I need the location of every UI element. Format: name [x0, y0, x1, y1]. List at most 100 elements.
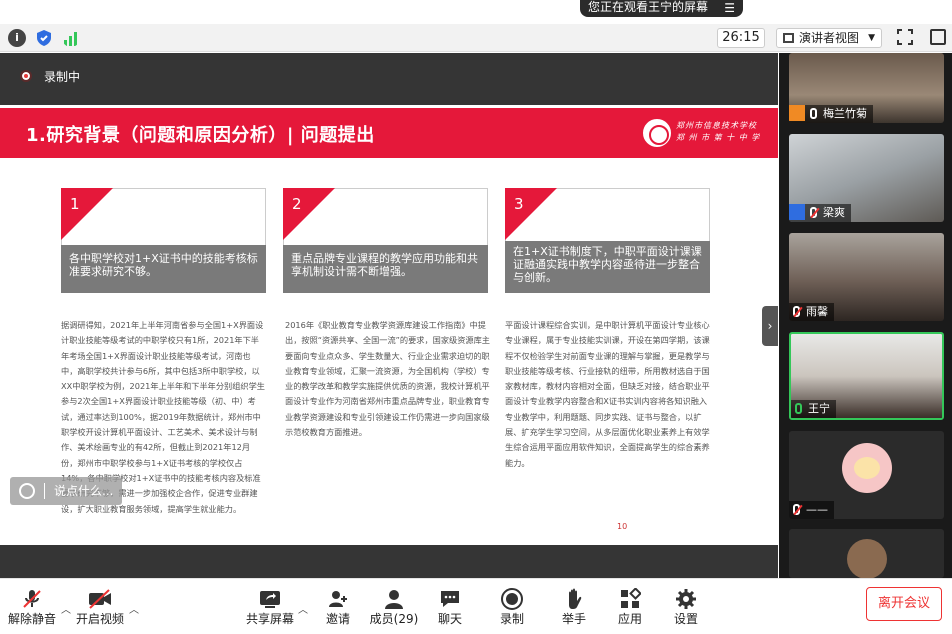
point-card-1: 1 各中职学校对1+X证书中的技能考核标准要求研究不够。 [61, 188, 266, 293]
school-name-line-1: 郑州市信息技术学校 [676, 121, 757, 130]
participant-label: 梁爽 [789, 204, 851, 222]
add-user-icon [329, 591, 347, 607]
avatar [842, 443, 892, 493]
shared-screen: 录制中 1.研究背景（问题和原因分析）| 问题提出 郑州市信息技术学校 郑 州 … [0, 53, 778, 578]
participant-tile-active[interactable]: 王宁 [789, 332, 944, 420]
body-paragraph-3: 平面设计课程综合实训，是中职计算机平面设计专业核心专业课程，属于专业技能实训课，… [505, 320, 710, 468]
raise-hand-label: 举手 [561, 612, 586, 626]
card-text: 重点品牌专业课程的教学应用功能和共享机制设计需不断增强。 [283, 245, 488, 293]
share-screen-button[interactable]: 共享屏幕 [244, 579, 296, 634]
microphone-icon [810, 108, 817, 119]
microphone-muted-icon [810, 207, 817, 218]
camera-off-icon [89, 589, 111, 609]
school-name-line-2: 郑 州 市 第 十 中 学 [676, 133, 761, 142]
card-text: 各中职学校对1+X证书中的技能考核标准要求研究不够。 [61, 245, 266, 293]
record-label: 录制 [499, 612, 524, 626]
body-paragraph-2: 2016年《职业教育专业教学资源库建设工作指南》中提出，按照“资源共享、全国一流… [285, 320, 490, 438]
divider [44, 483, 45, 499]
mute-button[interactable]: 解除静音 [6, 579, 58, 634]
user-icon [385, 590, 403, 609]
screen-share-text: 您正在观看王宁的屏幕 [588, 0, 709, 14]
microphone-icon [795, 403, 802, 414]
cohost-badge-icon [789, 204, 805, 220]
card-number: 1 [70, 195, 80, 213]
screen-share-notice[interactable]: 您正在观看王宁的屏幕 ☰ [580, 0, 743, 17]
share-screen-label: 共享屏幕 [245, 612, 294, 626]
chat-label: 聊天 [437, 612, 462, 626]
invite-button[interactable]: 邀请 [320, 579, 356, 634]
view-mode-dropdown[interactable]: 演讲者视图 ▼ [776, 28, 882, 48]
leave-meeting-button[interactable]: 离开会议 [866, 587, 942, 621]
emoji-icon[interactable] [19, 483, 35, 499]
school-logo-icon [641, 117, 673, 149]
mute-label: 解除静音 [7, 612, 56, 626]
view-mode-label: 演讲者视图 [799, 31, 860, 45]
collapse-panel-handle[interactable]: › [762, 306, 778, 346]
recording-bar: 录制中 [0, 53, 778, 105]
record-icon [501, 588, 523, 610]
video-label: 开启视频 [75, 612, 124, 626]
video-button[interactable]: 开启视频 [74, 579, 126, 634]
point-card-2: 2 重点品牌专业课程的教学应用功能和共享机制设计需不断增强。 [283, 188, 488, 293]
meeting-timer: 26:15 [717, 28, 765, 48]
chat-quick-placeholder: 说点什么... [54, 484, 114, 498]
chat-button[interactable]: 聊天 [434, 579, 466, 634]
participant-tile[interactable]: —— [789, 431, 944, 519]
share-screen-icon [260, 591, 280, 608]
chevron-down-icon: ▼ [868, 33, 875, 43]
members-label: 成员(29) [369, 612, 419, 626]
recording-label: 录制中 [44, 70, 81, 84]
raise-hand-icon [569, 588, 582, 609]
slide-title: 1.研究背景（问题和原因分析）| 问题提出 [26, 125, 375, 146]
avatar [847, 539, 887, 578]
participant-tile[interactable]: 雨馨 [789, 233, 944, 321]
card-number-triangle [61, 188, 113, 240]
menu-icon[interactable]: ☰ [724, 1, 735, 15]
card-number: 2 [292, 195, 302, 213]
participant-name: 王宁 [808, 402, 830, 415]
participant-name: 雨馨 [806, 305, 828, 318]
card-number-triangle [283, 188, 335, 240]
apps-button[interactable]: 应用 [614, 579, 646, 634]
participant-tile[interactable]: 梁爽 [789, 134, 944, 222]
chat-icon [441, 591, 459, 607]
participant-label: 雨馨 [789, 303, 834, 321]
participants-panel: 梅兰竹菊 梁爽 雨馨 王宁 —— [779, 53, 952, 578]
settings-button[interactable]: 设置 [670, 579, 702, 634]
card-text: 在1+X证书制度下，中职平面设计课课证融通实践中教学内容亟待进一步整合与创新。 [505, 241, 710, 293]
card-number-triangle [505, 188, 557, 240]
participant-tile[interactable] [789, 529, 944, 578]
slide-footer [0, 545, 778, 578]
participant-tile[interactable]: 梅兰竹菊 [789, 53, 944, 123]
chevron-up-icon[interactable]: ︿ [298, 601, 308, 616]
school-name: 郑州市信息技术学校 郑 州 市 第 十 中 学 [676, 120, 760, 144]
participant-name: 梅兰竹菊 [823, 107, 867, 120]
shield-icon[interactable] [35, 29, 53, 47]
speaker-view-icon [783, 33, 794, 43]
meeting-controls: 解除静音 ︿ 开启视频 ︿ 共享屏幕 ︿ 邀请 成员(29) 聊天 录制 举手 … [0, 578, 952, 633]
microphone-muted-icon [793, 504, 800, 515]
info-icon[interactable]: i [8, 29, 26, 47]
microphone-muted-icon [793, 306, 800, 317]
participant-name: 梁爽 [823, 206, 845, 219]
participant-label: 王宁 [791, 400, 836, 418]
raise-hand-button[interactable]: 举手 [558, 579, 590, 634]
record-button[interactable]: 录制 [496, 579, 528, 634]
card-number: 3 [514, 195, 524, 213]
top-banner: 您正在观看王宁的屏幕 ☰ [0, 0, 952, 24]
participant-label: 梅兰竹菊 [789, 105, 873, 123]
meeting-toolbar: i 26:15 演讲者视图 ▼ [0, 24, 952, 52]
apps-label: 应用 [617, 612, 642, 626]
settings-label: 设置 [673, 612, 698, 626]
host-badge-icon [789, 105, 805, 121]
signal-icon[interactable] [62, 29, 80, 47]
fullscreen-icon[interactable] [897, 29, 913, 45]
chat-quick-input[interactable]: 说点什么... [10, 477, 122, 505]
members-button[interactable]: 成员(29) [368, 579, 420, 634]
chevron-up-icon[interactable]: ︿ [129, 601, 139, 616]
participant-name: —— [806, 503, 828, 516]
window-icon[interactable] [930, 29, 946, 45]
gear-icon [676, 589, 696, 609]
apps-icon [621, 588, 641, 608]
chevron-up-icon[interactable]: ︿ [61, 601, 71, 616]
